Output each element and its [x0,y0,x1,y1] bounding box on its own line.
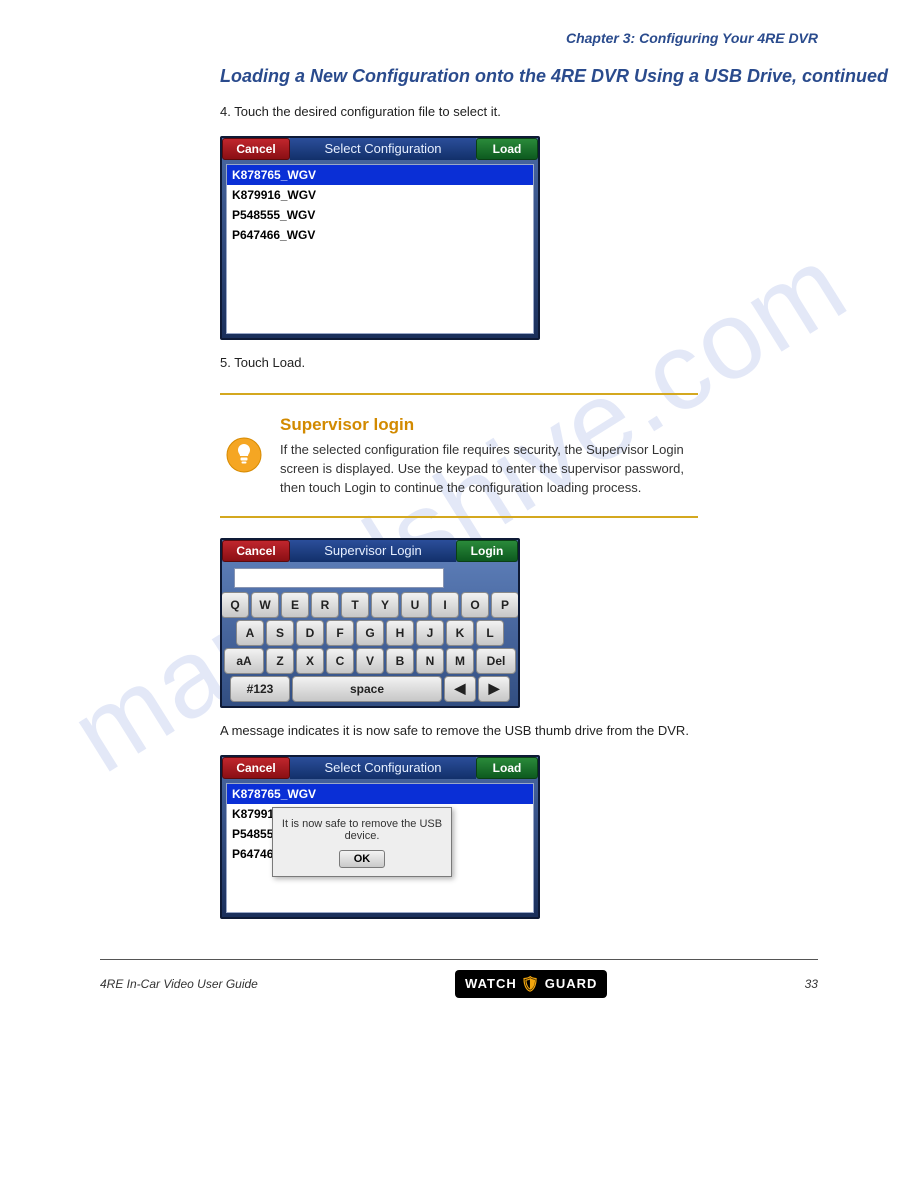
step-5-text: 5. Touch Load. [0,354,918,373]
select-config-screenshot-1: Cancel Select Configuration Load K878765… [220,136,540,340]
section-heading: Loading a New Configuration onto the 4RE… [0,66,918,87]
key-i[interactable]: I [431,592,459,618]
key-d[interactable]: D [296,620,324,646]
key-m[interactable]: M [446,648,474,674]
cancel-button[interactable]: Cancel [222,540,290,562]
key-z[interactable]: Z [266,648,294,674]
key-u[interactable]: U [401,592,429,618]
key-s[interactable]: S [266,620,294,646]
key-x[interactable]: X [296,648,324,674]
list-item[interactable]: K879916_WGV [227,185,533,205]
watchguard-logo: WATCH 🛡 GUARD [455,970,607,998]
cancel-button[interactable]: Cancel [222,138,290,160]
tip-heading: Supervisor login [280,413,688,438]
tip-body: If the selected configuration file requi… [280,442,684,495]
key-y[interactable]: Y [371,592,399,618]
key-o[interactable]: O [461,592,489,618]
key-left-arrow[interactable]: ◀ [444,676,476,702]
key-l[interactable]: L [476,620,504,646]
step-4-text: 4. Touch the desired configuration file … [0,103,918,122]
key-delete[interactable]: Del [476,648,516,674]
supervisor-login-screenshot: Cancel Supervisor Login Login Q W E R T … [220,538,520,708]
tip-block: Supervisor login If the selected configu… [220,393,698,518]
list-item[interactable]: P647466_WGV [227,225,533,245]
key-b[interactable]: B [386,648,414,674]
key-numsym[interactable]: #123 [230,676,290,702]
config-list: K878765_WGV K879916_WGV P548555_WGV P647… [226,164,534,334]
dialog-message: It is now safe to remove the USB device. [281,818,443,842]
load-button[interactable]: Load [476,138,538,160]
key-q[interactable]: Q [221,592,249,618]
key-n[interactable]: N [416,648,444,674]
load-button[interactable]: Load [476,757,538,779]
key-v[interactable]: V [356,648,384,674]
key-right-arrow[interactable]: ▶ [478,676,510,702]
key-c[interactable]: C [326,648,354,674]
ok-button[interactable]: OK [339,850,386,868]
key-f[interactable]: F [326,620,354,646]
key-space[interactable]: space [292,676,442,702]
select-config-title: Select Configuration [290,138,476,160]
footer-doc-title: 4RE In-Car Video User Guide [100,977,258,991]
logo-text-left: WATCH [465,976,517,991]
list-item[interactable]: K878765_WGV [227,165,533,185]
supervisor-login-title: Supervisor Login [290,540,456,562]
key-e[interactable]: E [281,592,309,618]
page-number: 33 [805,977,818,991]
key-j[interactable]: J [416,620,444,646]
safe-remove-dialog: It is now safe to remove the USB device.… [272,807,452,877]
password-input[interactable] [234,568,444,588]
key-k[interactable]: K [446,620,474,646]
login-button[interactable]: Login [456,540,518,562]
key-h[interactable]: H [386,620,414,646]
select-config-title: Select Configuration [290,757,476,779]
key-g[interactable]: G [356,620,384,646]
key-a[interactable]: A [236,620,264,646]
post-keyboard-text: A message indicates it is now safe to re… [0,722,918,741]
key-shift[interactable]: aA [224,648,264,674]
footer-divider [100,959,818,960]
shield-icon: 🛡 [521,975,541,993]
cancel-button[interactable]: Cancel [222,757,290,779]
logo-text-right: GUARD [545,976,598,991]
key-p[interactable]: P [491,592,519,618]
select-config-screenshot-2: Cancel Select Configuration Load K878765… [220,755,540,919]
key-t[interactable]: T [341,592,369,618]
chapter-header: Chapter 3: Configuring Your 4RE DVR [0,30,918,46]
lightbulb-icon [226,437,262,473]
list-item[interactable]: K878765_WGV [227,784,533,804]
key-w[interactable]: W [251,592,279,618]
list-item[interactable]: P548555_WGV [227,205,533,225]
key-r[interactable]: R [311,592,339,618]
